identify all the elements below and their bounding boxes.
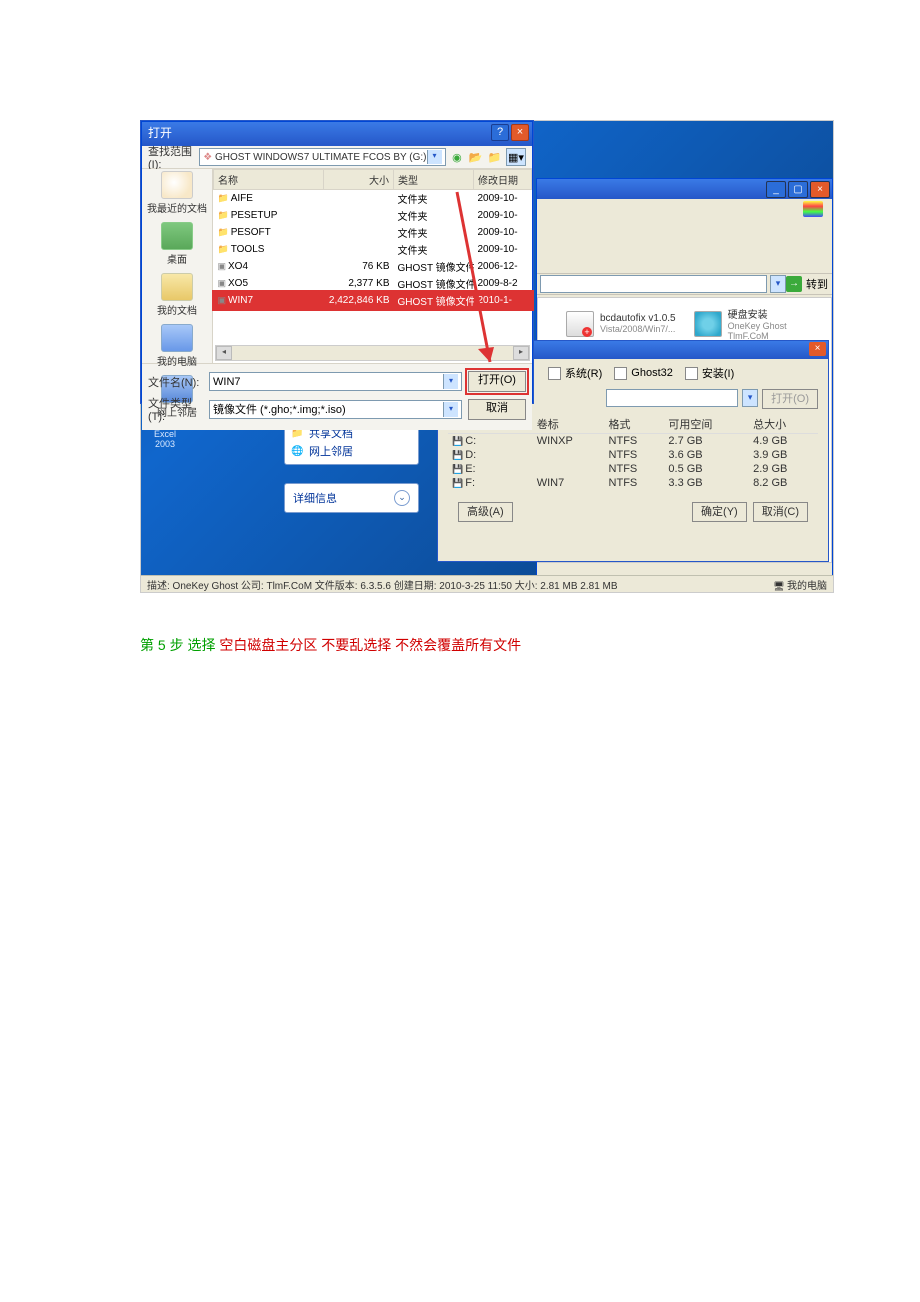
scroll-right-icon[interactable]: ▸ xyxy=(513,346,529,360)
file-row-selected[interactable]: WIN72,422,846 KBGHOST 镜像文件2010-1- xyxy=(214,292,532,309)
file-list: 名称 大小 类型 修改日期 AIFE文件夹2009-10- PESETUP文件夹… xyxy=(213,169,532,363)
place-recent[interactable]: 我最近的文档 xyxy=(142,169,212,220)
look-in-combo[interactable]: ❖ GHOST WINDOWS7 ULTIMATE FCOS BY (G:) ▾ xyxy=(199,148,445,166)
bcdautofix-icon xyxy=(566,311,594,337)
minimize-button[interactable]: _ xyxy=(766,181,786,198)
go-button-icon[interactable]: → xyxy=(786,276,802,292)
file-row[interactable]: XO476 KBGHOST 镜像文件2006-12- xyxy=(214,258,532,275)
partition-row[interactable]: C:WINXPNTFS2.7 GB4.9 GB xyxy=(448,434,818,449)
view-mode-icon[interactable]: ▦▾ xyxy=(506,148,526,166)
filename-input[interactable]: WIN7▾ xyxy=(209,372,462,391)
col-name[interactable]: 名称 xyxy=(214,170,324,190)
back-icon[interactable]: ◉ xyxy=(450,149,465,165)
place-docs[interactable]: 我的文档 xyxy=(142,271,212,322)
ok-button[interactable]: 确定(Y) xyxy=(692,502,747,522)
path-combo[interactable] xyxy=(606,389,738,407)
chevron-down-icon: ⌄ xyxy=(394,490,410,506)
cancel-button[interactable]: 取消(C) xyxy=(753,502,808,522)
docs-icon xyxy=(161,273,193,301)
desktop-icon xyxy=(161,222,193,250)
app-onekey-ghost[interactable]: 硬盘安装OneKey GhostTlmF.CoM xyxy=(694,306,787,341)
taskpane-item[interactable]: 网上邻居 xyxy=(291,442,412,460)
close-button[interactable]: × xyxy=(810,181,830,198)
open-dialog-title: 打开 xyxy=(148,126,172,140)
open-file-dialog: 打开 ? × 查找范围(I): ❖ GHOST WINDOWS7 ULTIMAT… xyxy=(141,121,533,403)
filetype-combo[interactable]: 镜像文件 (*.gho;*.img;*.iso)▾ xyxy=(209,400,462,419)
col-type[interactable]: 类型 xyxy=(394,170,474,190)
path-combo-dropdown[interactable]: ▾ xyxy=(742,389,758,407)
chevron-down-icon: ▾ xyxy=(443,374,458,389)
explorer-address-bar: ▾ → 转到 xyxy=(537,273,832,295)
go-label: 转到 xyxy=(802,276,832,292)
file-row[interactable]: PESETUP文件夹2009-10- xyxy=(214,207,532,224)
screenshot-area: _ ▢ × ▾ → 转到 bcdautofix v1.0.5Vista/2008… xyxy=(140,120,834,593)
app-bcdautofix[interactable]: bcdautofix v1.0.5Vista/2008/Win7/... xyxy=(566,306,676,341)
horizontal-scrollbar[interactable]: ◂ ▸ xyxy=(215,345,530,361)
chevron-down-icon: ▾ xyxy=(427,150,442,164)
partition-row[interactable]: E:NTFS0.5 GB2.9 GB xyxy=(448,462,818,476)
checkbox-install[interactable] xyxy=(685,367,698,380)
address-dropdown[interactable]: ▾ xyxy=(770,275,786,293)
new-folder-icon[interactable]: 📁 xyxy=(487,149,502,165)
cancel-button[interactable]: 取消 xyxy=(468,399,526,420)
windows-logo-icon xyxy=(803,201,823,217)
filetype-label: 文件类型(T): xyxy=(148,395,203,423)
places-bar: 我最近的文档 桌面 我的文档 我的电脑 网上邻居 xyxy=(142,169,213,363)
place-desktop[interactable]: 桌面 xyxy=(142,220,212,271)
file-row[interactable]: PESOFT文件夹2009-10- xyxy=(214,224,532,241)
up-icon[interactable]: 📂 xyxy=(468,149,483,165)
scroll-left-icon[interactable]: ◂ xyxy=(216,346,232,360)
file-row[interactable]: TOOLS文件夹2009-10- xyxy=(214,241,532,258)
recent-icon xyxy=(161,171,193,199)
partition-row[interactable]: F:WIN7NTFS3.3 GB8.2 GB xyxy=(448,476,818,490)
chevron-down-icon: ▾ xyxy=(443,402,458,417)
place-computer[interactable]: 我的电脑 xyxy=(142,322,212,373)
help-button[interactable]: ? xyxy=(491,124,509,141)
computer-icon xyxy=(161,324,193,352)
col-date[interactable]: 修改日期 xyxy=(474,170,532,190)
checkbox-ghost32[interactable] xyxy=(614,367,627,380)
col-size[interactable]: 大小 xyxy=(324,170,394,190)
open-dialog-toolbar: 查找范围(I): ❖ GHOST WINDOWS7 ULTIMATE FCOS … xyxy=(142,146,532,169)
onekey-ghost-icon xyxy=(694,311,722,337)
address-input[interactable] xyxy=(540,275,767,293)
file-row[interactable]: AIFE文件夹2009-10- xyxy=(214,190,532,208)
open-dialog-titlebar: 打开 ? × xyxy=(142,122,532,146)
status-text: 描述: OneKey Ghost 公司: TlmF.CoM 文件版本: 6.3.… xyxy=(147,577,618,592)
explorer-titlebar: _ ▢ × xyxy=(537,179,832,199)
open-button-disabled: 打开(O) xyxy=(762,389,818,409)
file-row[interactable]: XO52,377 KBGHOST 镜像文件2009-8-2 xyxy=(214,275,532,292)
filename-label: 文件名(N): xyxy=(148,374,203,390)
close-button[interactable]: × xyxy=(511,124,529,141)
close-button[interactable]: × xyxy=(809,342,826,356)
status-location: 我的电脑 xyxy=(773,577,827,592)
maximize-button[interactable]: ▢ xyxy=(788,181,808,198)
instruction-text: 第 5 步 选择 空白磁盘主分区 不要乱选择 不然会覆盖所有文件 xyxy=(140,635,920,655)
advanced-button[interactable]: 高级(A) xyxy=(458,502,513,522)
partition-row[interactable]: D:NTFS3.6 GB3.9 GB xyxy=(448,448,818,462)
look-in-label: 查找范围(I): xyxy=(148,143,195,171)
taskpane-detail[interactable]: 详细信息 ⌄ xyxy=(284,483,419,513)
net-icon xyxy=(291,445,305,457)
checkbox-system[interactable] xyxy=(548,367,561,380)
open-button[interactable]: 打开(O) xyxy=(468,371,526,392)
statusbar: 描述: OneKey Ghost 公司: TlmF.CoM 文件版本: 6.3.… xyxy=(141,575,833,592)
